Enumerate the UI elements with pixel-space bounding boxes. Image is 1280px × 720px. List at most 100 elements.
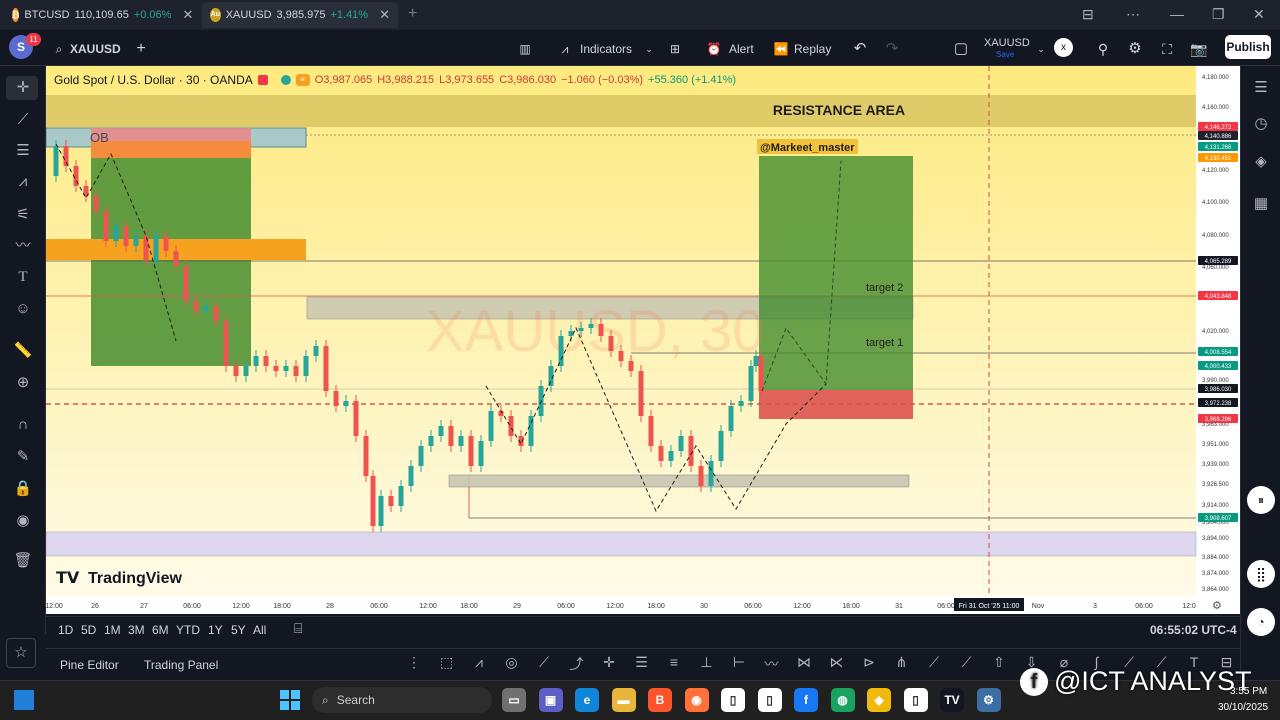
redo-icon[interactable]: ↷ — [884, 38, 900, 60]
support-zone[interactable] — [46, 531, 1197, 557]
search-icon[interactable]: ⌕ — [52, 38, 66, 60]
price-chart[interactable]: RESISTANCE AREA OB @Markeet_master targe… — [46, 66, 1240, 614]
new-tab-button[interactable]: + — [408, 5, 417, 23]
draw-curve-icon[interactable]: ⤴ — [567, 654, 587, 674]
close-tab-icon[interactable]: ✕ — [379, 7, 390, 23]
chevron-down-icon[interactable]: ⌄ — [644, 38, 654, 60]
draw-fib-icon[interactable]: ☰ — [632, 654, 652, 674]
utc-clock[interactable]: 06:55:02 UTC-4 — [1150, 623, 1237, 637]
text-tool-icon[interactable]: T — [12, 268, 34, 286]
alarm-clock-icon[interactable]: ⏰ — [706, 38, 722, 60]
goto-date-icon[interactable]: ⌸ — [294, 620, 302, 637]
taskbar-search[interactable]: ⌕ Search — [312, 687, 492, 713]
draw-polyline-icon[interactable]: ⩘ — [469, 654, 489, 674]
chat-icon[interactable]: ◔ — [1247, 608, 1275, 636]
candles-chart-type-icon[interactable]: ▥ — [516, 38, 534, 60]
long-position-stop[interactable] — [759, 390, 913, 419]
range-1d[interactable]: 1D — [58, 623, 73, 637]
pine-editor-tab[interactable]: Pine Editor — [60, 658, 119, 672]
file-explorer-icon[interactable]: ▬ — [611, 688, 636, 712]
range-3m[interactable]: 3M — [128, 623, 145, 637]
brush-icon[interactable]: 〰 — [12, 237, 34, 255]
axis-settings-icon[interactable]: ⚙ — [1212, 600, 1222, 612]
indicators-icon[interactable]: ⩘ — [556, 38, 574, 60]
ruler-icon[interactable]: 📏 — [12, 342, 34, 360]
draw-handle-icon[interactable]: ⋮ — [404, 654, 424, 674]
firefox-icon[interactable]: ◉ — [684, 688, 709, 712]
compare-symbol-button[interactable]: + — [132, 38, 150, 60]
document-icon[interactable]: ▯ — [903, 688, 928, 712]
close-layout-icon[interactable]: x — [1054, 38, 1073, 57]
range-all[interactable]: All — [253, 623, 266, 637]
trading-panel-tab[interactable]: Trading Panel — [144, 658, 218, 672]
templates-icon[interactable]: ⊞ — [666, 38, 684, 60]
more-icon[interactable]: ⋯ — [1126, 6, 1140, 23]
binance-icon[interactable]: ◆ — [867, 688, 891, 712]
lock-icon[interactable]: 🔒 — [12, 480, 34, 498]
trash-icon[interactable]: 🗑 — [12, 552, 34, 570]
gear-icon[interactable]: ⚙ — [1126, 38, 1144, 60]
draw-arrow-icon[interactable]: ⟋ — [924, 654, 944, 674]
draw-pitchfork-icon[interactable]: ⊥ — [697, 654, 717, 674]
watchlist-icon[interactable]: ☰ — [1251, 78, 1271, 98]
layout-name[interactable]: XAUUSD — [984, 37, 1030, 49]
layout-icon[interactable]: ⊟ — [1082, 6, 1094, 23]
help-icon[interactable]: ⏸ — [1247, 486, 1275, 514]
facebook-app-icon[interactable]: f — [794, 688, 818, 712]
undo-icon[interactable]: ↶ — [852, 38, 868, 60]
quick-search-icon[interactable]: ⚲ — [1094, 38, 1112, 60]
draw-pattern2-icon[interactable]: ⋉ — [827, 654, 847, 674]
range-1m[interactable]: 1M — [104, 623, 121, 637]
replay-icon[interactable]: ⏪ — [773, 38, 789, 60]
smiley-icon[interactable]: ☺ — [12, 300, 34, 318]
tab-btcusd[interactable]: ₿ BTCUSD 110,109.65 +0.06% ✕ — [4, 2, 198, 28]
publish-button[interactable]: Publish — [1225, 35, 1271, 59]
windows-start-icon[interactable] — [280, 690, 300, 710]
draw-chart-pattern-icon[interactable]: ⋔ — [892, 654, 912, 674]
resistance-zone[interactable] — [46, 95, 1196, 127]
teams-icon[interactable]: ▣ — [538, 688, 563, 712]
document-icon[interactable]: ▯ — [757, 688, 782, 712]
draw-line-icon[interactable]: ⟋ — [534, 654, 554, 674]
draw-cross-icon[interactable]: ✛ — [599, 654, 619, 674]
windows-widgets-icon[interactable] — [14, 690, 34, 710]
tab-xauusd[interactable]: Au XAUUSD 3,985.975 +1.41% ✕ — [202, 2, 398, 28]
draw-pattern-icon[interactable]: ⋈ — [794, 654, 814, 674]
range-5d[interactable]: 5D — [81, 623, 96, 637]
long-position-target[interactable] — [759, 156, 913, 390]
replay-button[interactable]: Replay — [794, 38, 831, 60]
draw-arrow-pattern-icon[interactable]: ⊳ — [859, 654, 879, 674]
select-layout-icon[interactable]: ▢ — [952, 38, 970, 60]
range-6m[interactable]: 6M — [152, 623, 169, 637]
document-icon[interactable]: ▯ — [721, 688, 745, 712]
crosshair-icon[interactable]: ✛ — [12, 79, 34, 97]
draw-wave-icon[interactable]: 〰 — [762, 654, 782, 674]
magnet-icon[interactable]: ∩ — [12, 416, 34, 434]
draw-circle-icon[interactable]: ◎ — [502, 654, 522, 674]
task-view-icon[interactable]: ▭ — [502, 688, 526, 712]
forecast-icon[interactable]: ⚟ — [12, 206, 34, 224]
demand-zone[interactable] — [448, 474, 910, 488]
draw-arrow-up-icon[interactable]: ⇧ — [989, 654, 1009, 674]
close-window-button[interactable]: ✕ — [1253, 6, 1265, 23]
maximize-button[interactable]: ❐ — [1212, 6, 1225, 23]
favorites-star-icon[interactable]: ☆ — [6, 638, 36, 668]
fullscreen-icon[interactable]: ⛶ — [1158, 38, 1176, 60]
minimize-button[interactable]: — — [1170, 6, 1184, 22]
draw-brush-icon[interactable]: ⟋ — [957, 654, 977, 674]
close-tab-icon[interactable]: ✕ — [182, 7, 193, 23]
flag-icon[interactable] — [257, 75, 268, 85]
save-status[interactable]: Save — [996, 50, 1014, 59]
indicators-button[interactable]: Indicators — [580, 38, 632, 60]
fib-retracement-icon[interactable]: ☰ — [12, 142, 34, 160]
chrome-icon[interactable]: ◍ — [830, 688, 855, 712]
symbol-search[interactable]: XAUUSD — [70, 38, 121, 60]
trend-line-icon[interactable]: ⟋ — [12, 111, 34, 129]
alert-button[interactable]: Alert — [729, 38, 754, 60]
object-tree-icon[interactable]: ◈ — [1251, 152, 1271, 172]
patterns-icon[interactable]: ⩘ — [12, 173, 34, 191]
chart-pane[interactable]: RESISTANCE AREA OB @Markeet_master targe… — [46, 66, 1240, 614]
settings-icon[interactable]: ⚙ — [976, 688, 1001, 712]
eye-icon[interactable]: ◉ — [12, 512, 34, 530]
zoom-in-icon[interactable]: ⊕ — [12, 374, 34, 392]
